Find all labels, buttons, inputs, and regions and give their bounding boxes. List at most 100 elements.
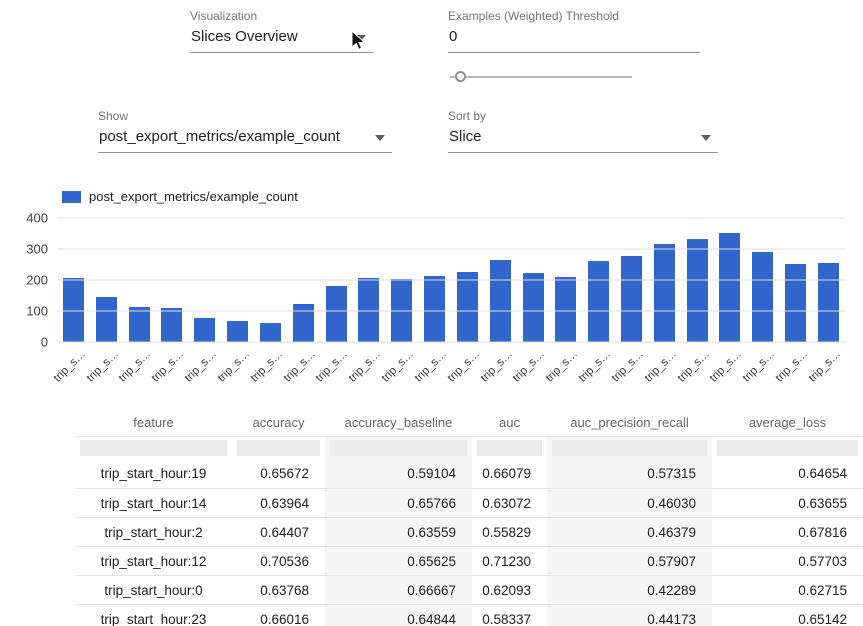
bar[interactable] (654, 244, 675, 342)
threshold-label: Examples (Weighted) Threshold (448, 9, 619, 23)
filter-input[interactable] (717, 440, 858, 456)
metric-cell: 0.70536 (232, 547, 325, 575)
chart-y-axis: 0100200300400 (0, 218, 48, 342)
threshold-value: 0 (449, 28, 457, 45)
x-tick-label: trip_s… (642, 348, 679, 385)
x-slot: trip_s… (779, 345, 812, 393)
metrics-table: featureaccuracyaccuracy_baselineaucauc_p… (75, 408, 863, 626)
table-row[interactable]: trip_start_hour:140.639640.657660.630720… (75, 488, 863, 517)
bar[interactable] (555, 277, 576, 342)
x-slot: trip_s… (352, 345, 385, 393)
column-header-average_loss[interactable]: average_loss (712, 408, 863, 436)
bar[interactable] (523, 273, 544, 342)
metric-cell: 0.57703 (712, 547, 863, 575)
bar[interactable] (621, 256, 642, 342)
feature-cell: trip_start_hour:14 (75, 489, 232, 517)
column-header-auc[interactable]: auc (472, 408, 547, 436)
table-filter-row (75, 437, 863, 459)
x-tick-label: trip_s… (511, 348, 548, 385)
table-row[interactable]: trip_start_hour:230.660160.648440.583370… (75, 604, 863, 626)
x-tick-label: trip_s… (413, 348, 450, 385)
slicing-metrics-browser: Visualization Slices Overview Examples (… (0, 0, 863, 626)
x-tick-label: trip_s… (774, 348, 811, 385)
metric-cell: 0.46030 (547, 489, 712, 517)
x-tick-label: trip_s… (806, 348, 843, 385)
legend-label: post_export_metrics/example_count (89, 189, 298, 204)
column-header-accuracy_baseline[interactable]: accuracy_baseline (325, 408, 472, 436)
slider-track[interactable] (450, 76, 632, 78)
metric-cell: 0.65625 (325, 547, 472, 575)
bar[interactable] (326, 286, 347, 342)
filter-input[interactable] (330, 440, 467, 456)
gridline (57, 249, 845, 250)
x-slot: trip_s… (90, 345, 123, 393)
table-row[interactable]: trip_start_hour:00.637680.666670.620930.… (75, 575, 863, 604)
column-header-feature[interactable]: feature (75, 408, 232, 436)
metric-cell: 0.71230 (472, 547, 547, 575)
metric-cell: 0.63655 (712, 489, 863, 517)
metric-cell: 0.66079 (472, 459, 547, 488)
x-tick-label: trip_s… (478, 348, 515, 385)
metric-cell: 0.59104 (325, 459, 472, 488)
table-row[interactable]: trip_start_hour:190.656720.591040.660790… (75, 459, 863, 488)
x-tick-label: trip_s… (117, 348, 154, 385)
metric-cell: 0.65766 (325, 489, 472, 517)
x-tick-label: trip_s… (544, 348, 581, 385)
column-header-auc_precision_recall[interactable]: auc_precision_recall (547, 408, 712, 436)
y-tick-label: 300 (26, 242, 48, 257)
bar[interactable] (194, 318, 215, 342)
bar[interactable] (424, 276, 445, 342)
threshold-slider[interactable] (450, 70, 632, 84)
table-row[interactable]: trip_start_hour:120.705360.656250.712300… (75, 546, 863, 575)
threshold-input[interactable]: 0 (448, 26, 700, 53)
filter-input[interactable] (237, 440, 320, 456)
x-tick-label: trip_s… (216, 348, 253, 385)
bar[interactable] (785, 264, 806, 342)
filter-input[interactable] (552, 440, 707, 456)
chart-legend: post_export_metrics/example_count (62, 189, 298, 204)
chevron-down-icon[interactable] (375, 135, 385, 141)
bar[interactable] (457, 272, 478, 342)
bar[interactable] (818, 263, 839, 342)
bar[interactable] (227, 321, 248, 342)
x-slot: trip_s… (287, 345, 320, 393)
metric-cell: 0.42289 (547, 576, 712, 604)
filter-input[interactable] (477, 440, 542, 456)
bar[interactable] (161, 308, 182, 342)
y-tick-label: 100 (26, 304, 48, 319)
y-tick-label: 400 (26, 211, 48, 226)
table-row[interactable]: trip_start_hour:20.644070.635590.558290.… (75, 517, 863, 546)
chevron-down-icon[interactable] (701, 135, 711, 141)
bar[interactable] (490, 260, 511, 342)
column-header-accuracy[interactable]: accuracy (232, 408, 325, 436)
metric-cell: 0.64844 (325, 605, 472, 626)
metric-cell: 0.55829 (472, 518, 547, 546)
sort-by-value: Slice (449, 128, 482, 145)
visualization-select[interactable]: Slices Overview (190, 26, 373, 53)
bar[interactable] (687, 239, 708, 342)
x-slot: trip_s… (57, 345, 90, 393)
feature-cell: trip_start_hour:23 (75, 605, 232, 626)
filter-input[interactable] (80, 440, 227, 456)
filter-cell (472, 437, 547, 459)
metric-cell: 0.46379 (547, 518, 712, 546)
bar[interactable] (96, 297, 117, 342)
x-slot: trip_s… (517, 345, 550, 393)
sort-by-select[interactable]: Slice (448, 126, 718, 153)
x-tick-label: trip_s… (150, 348, 187, 385)
gridline (57, 311, 845, 312)
visualization-value: Slices Overview (191, 28, 298, 45)
metric-cell: 0.63768 (232, 576, 325, 604)
x-slot: trip_s… (615, 345, 648, 393)
bar[interactable] (588, 261, 609, 342)
gridline (57, 218, 845, 219)
bar[interactable] (260, 323, 281, 342)
show-select[interactable]: post_export_metrics/example_count (98, 126, 392, 153)
metric-cell: 0.62093 (472, 576, 547, 604)
bar[interactable] (129, 307, 150, 342)
filter-cell (325, 437, 472, 459)
bar[interactable] (752, 252, 773, 342)
slider-thumb[interactable] (455, 71, 466, 82)
x-tick-label: trip_s… (314, 348, 351, 385)
feature-cell: trip_start_hour:2 (75, 518, 232, 546)
